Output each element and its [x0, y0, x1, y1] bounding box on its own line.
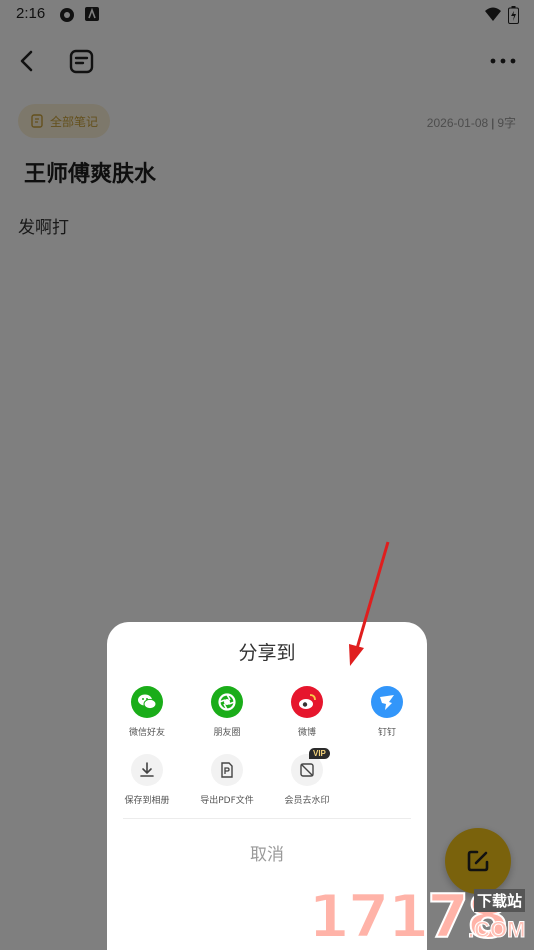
wechat-icon: [131, 686, 163, 718]
share-wechat-button[interactable]: 微信好友: [107, 686, 187, 738]
screen: 2:16: [0, 0, 534, 950]
watermark-site: 下载站: [474, 889, 526, 912]
sheet-divider: [123, 818, 411, 819]
share-wechat-label: 微信好友: [128, 728, 165, 738]
share-dingtalk-button[interactable]: 钉钉: [347, 686, 427, 738]
annotation-arrow-icon: [349, 541, 390, 666]
share-weibo-button[interactable]: 微博: [267, 686, 347, 738]
pdf-export-icon: [211, 754, 243, 786]
share-moments-button[interactable]: 朋友圈: [187, 686, 267, 738]
download-icon: [131, 754, 163, 786]
watermark-domain: .COM: [467, 917, 526, 943]
dingtalk-icon: [371, 686, 403, 718]
export-pdf-button[interactable]: 导出PDF文件: [187, 754, 267, 806]
weibo-icon: [291, 686, 323, 718]
share-weibo-label: 微博: [297, 728, 316, 738]
save-to-album-label: 保存到相册: [124, 796, 170, 806]
moments-icon: [211, 686, 243, 718]
export-pdf-label: 导出PDF文件: [200, 796, 254, 806]
watermark-remove-icon: VIP: [291, 748, 330, 786]
save-to-album-button[interactable]: 保存到相册: [107, 754, 187, 806]
share-dingtalk-label: 钉钉: [377, 728, 396, 738]
vip-remove-watermark-button[interactable]: VIP 会员去水印: [267, 748, 347, 806]
vip-remove-watermark-label: 会员去水印: [284, 796, 330, 806]
vip-badge: VIP: [309, 748, 330, 759]
site-watermark: 17178 下载站 .COM: [307, 884, 534, 950]
cancel-button[interactable]: 取消: [107, 840, 427, 865]
share-moments-label: 朋友圈: [213, 728, 241, 738]
